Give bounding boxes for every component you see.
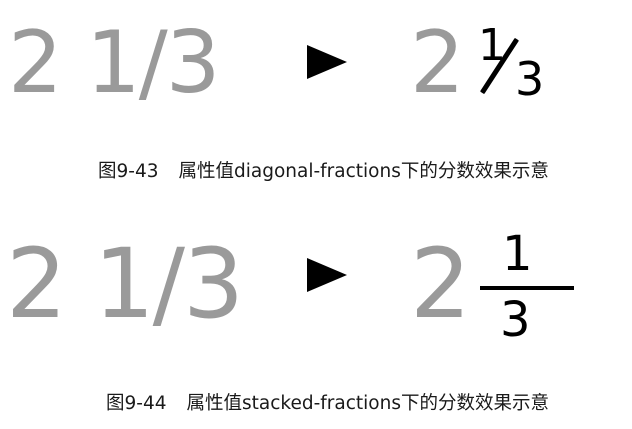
caption-text: 属性值diagonal-fractions下的分数效果示意 (178, 161, 549, 182)
fraction-denominator: 3 (500, 292, 531, 348)
figure-caption: 图9-44 属性值stacked-fractions下的分数效果示意 (106, 393, 549, 414)
fraction-numerator: 1 (502, 226, 533, 282)
caption-text: 属性值stacked-fractions下的分数效果示意 (186, 393, 549, 414)
fraction-denominator: 3 (515, 52, 545, 106)
figure-diagonal-fractions: 2 1/3 2 1 3 图9-43 属性值diagonal-fractions下的… (0, 0, 632, 200)
caption-number: 图9-43 (98, 161, 159, 182)
figure-caption: 图9-43 属性值diagonal-fractions下的分数效果示意 (98, 161, 549, 182)
caption-number: 图9-44 (106, 393, 167, 414)
input-fraction-text: 2 1/3 (6, 228, 244, 340)
input-fraction-text: 2 1/3 (8, 13, 220, 113)
fraction-bar (480, 286, 574, 290)
right-arrow-icon (307, 45, 347, 79)
result-whole-number: 2 (410, 228, 472, 340)
figure-stacked-fractions: 2 1/3 2 1 3 图9-44 属性值stacked-fractions下的分… (0, 200, 632, 429)
result-whole-number: 2 (410, 13, 465, 113)
page: { "figure1": { "input_text": "2 1/3", "r… (0, 0, 632, 429)
right-arrow-icon (307, 258, 347, 292)
